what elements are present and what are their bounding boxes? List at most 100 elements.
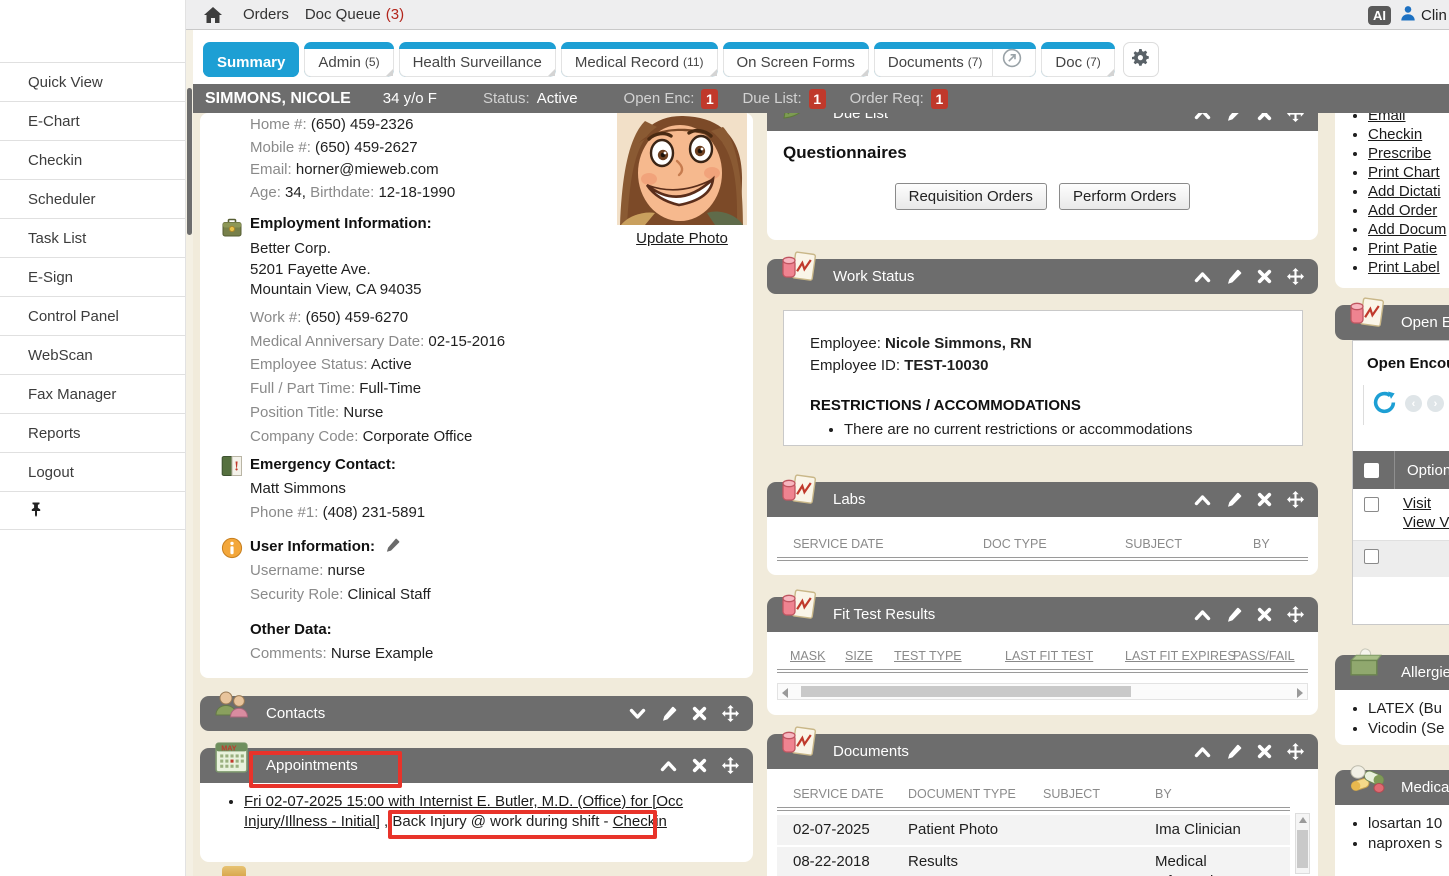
link-add-document[interactable]: Add Docum bbox=[1368, 221, 1446, 238]
appointment-checkin-link[interactable]: Checkin bbox=[613, 813, 667, 830]
external-arrow-icon[interactable] bbox=[1002, 48, 1022, 77]
prev-chevron-icon[interactable]: ‹ bbox=[1405, 395, 1422, 412]
fit-col-size[interactable]: SIZE bbox=[845, 649, 873, 663]
move-icon[interactable] bbox=[722, 757, 739, 774]
sidebar-item-quick-view[interactable]: Quick View bbox=[0, 62, 185, 101]
collapse-chevron-up-icon[interactable] bbox=[1194, 270, 1211, 284]
link-print-patient[interactable]: Print Patie bbox=[1368, 240, 1437, 257]
home-icon[interactable] bbox=[203, 6, 223, 24]
row-checkbox[interactable] bbox=[1364, 497, 1379, 512]
close-x-icon[interactable] bbox=[692, 758, 707, 773]
collapse-chevron-up-icon[interactable] bbox=[1194, 745, 1211, 759]
sidebar-item-webscan[interactable]: WebScan bbox=[0, 335, 185, 374]
user-icon[interactable] bbox=[1400, 5, 1416, 25]
update-photo-link[interactable]: Update Photo bbox=[636, 230, 728, 247]
edit-pencil-icon[interactable] bbox=[661, 706, 677, 722]
scroll-up-arrow[interactable] bbox=[1299, 817, 1307, 823]
open-enc-badge[interactable]: 1 bbox=[701, 89, 718, 109]
sidebar-item-logout[interactable]: Logout bbox=[0, 452, 185, 491]
sidebar-pin[interactable] bbox=[0, 491, 185, 530]
close-x-icon[interactable] bbox=[1257, 492, 1272, 507]
move-icon[interactable] bbox=[1287, 491, 1304, 508]
table-row[interactable]: 08-22-2018 Results Medical Informatio bbox=[777, 847, 1290, 876]
tab-admin[interactable]: Admin(5) bbox=[304, 42, 393, 77]
allergy-item: LATEX (Bu bbox=[1368, 699, 1449, 719]
view-visit-link[interactable]: View Vis bbox=[1403, 514, 1449, 531]
vertical-scrollbar[interactable] bbox=[1295, 813, 1310, 874]
scroll-left-arrow[interactable] bbox=[782, 688, 788, 698]
edit-pencil-icon[interactable] bbox=[1226, 269, 1242, 285]
ai-badge[interactable]: AI bbox=[1368, 6, 1391, 25]
chart-icon bbox=[780, 251, 818, 287]
move-icon[interactable] bbox=[1287, 606, 1304, 623]
close-x-icon[interactable] bbox=[1257, 269, 1272, 284]
sidebar-item-checkin[interactable]: Checkin bbox=[0, 140, 185, 179]
fit-col-test-type[interactable]: TEST TYPE bbox=[894, 649, 962, 663]
horizontal-scrollbar-thumb[interactable] bbox=[801, 686, 1131, 697]
link-checkin[interactable]: Checkin bbox=[1368, 126, 1422, 143]
employee-id: TEST-10030 bbox=[904, 357, 988, 374]
sidebar-item-e-sign[interactable]: E-Sign bbox=[0, 257, 185, 296]
link-add-order[interactable]: Add Order bbox=[1368, 202, 1437, 219]
edit-pencil-icon[interactable] bbox=[1226, 492, 1242, 508]
tab-on-screen-forms[interactable]: On Screen Forms bbox=[723, 42, 869, 77]
sidebar-item-e-chart[interactable]: E-Chart bbox=[0, 101, 185, 140]
fit-col-last-fit-test[interactable]: LAST FIT TEST bbox=[1005, 649, 1093, 663]
breadcrumb-doc-queue[interactable]: Doc Queue bbox=[305, 6, 381, 23]
move-icon[interactable] bbox=[1287, 268, 1304, 285]
sidebar-item-reports[interactable]: Reports bbox=[0, 413, 185, 452]
edit-pencil-icon[interactable] bbox=[1226, 607, 1242, 623]
edit-pencil-icon[interactable] bbox=[1226, 744, 1242, 760]
tab-health-surveillance[interactable]: Health Surveillance bbox=[399, 42, 556, 77]
chart-icon bbox=[780, 726, 818, 762]
edit-user-pencil-icon[interactable] bbox=[385, 540, 400, 557]
collapse-chevron-down-icon[interactable] bbox=[629, 707, 646, 721]
table-row[interactable]: 02-07-2025 Patient Photo Ima Clinician bbox=[777, 815, 1290, 845]
row-checkbox[interactable] bbox=[1364, 549, 1379, 564]
select-all-checkbox[interactable] bbox=[1364, 463, 1379, 478]
vertical-scrollbar-thumb[interactable] bbox=[1297, 830, 1308, 868]
order-req-badge[interactable]: 1 bbox=[931, 89, 948, 109]
restrictions-note: There are no current restrictions or acc… bbox=[844, 421, 1192, 438]
breadcrumb-orders[interactable]: Orders bbox=[243, 6, 289, 23]
collapse-chevron-up-icon[interactable] bbox=[1194, 493, 1211, 507]
move-icon[interactable] bbox=[722, 705, 739, 722]
sidebar-item-task-list[interactable]: Task List bbox=[0, 218, 185, 257]
link-print-chart[interactable]: Print Chart bbox=[1368, 164, 1440, 181]
move-icon[interactable] bbox=[1287, 743, 1304, 760]
tab-medical-record[interactable]: Medical Record(11) bbox=[561, 42, 718, 77]
close-x-icon[interactable] bbox=[1257, 744, 1272, 759]
perform-orders-button[interactable]: Perform Orders bbox=[1059, 183, 1190, 210]
tab-fold bbox=[1107, 69, 1114, 76]
requisition-orders-button[interactable]: Requisition Orders bbox=[895, 183, 1047, 210]
sidebar-item-fax-manager[interactable]: Fax Manager bbox=[0, 374, 185, 413]
tab-documents[interactable]: Documents(7) bbox=[874, 42, 1037, 77]
user-name[interactable]: Clin bbox=[1421, 7, 1447, 24]
refresh-icon[interactable] bbox=[1373, 391, 1396, 418]
emergency-phone: Phone #1: (408) 231-5891 bbox=[250, 504, 425, 521]
close-x-icon[interactable] bbox=[692, 706, 707, 721]
horizontal-scrollbar[interactable] bbox=[777, 683, 1308, 700]
next-chevron-icon[interactable]: › bbox=[1427, 395, 1444, 412]
close-x-icon[interactable] bbox=[1257, 607, 1272, 622]
scroll-right-arrow[interactable] bbox=[1297, 688, 1303, 698]
main-content: Home #: (650) 459-2326 Mobile #: (650) 4… bbox=[186, 84, 1449, 876]
collapse-chevron-up-icon[interactable] bbox=[1194, 608, 1211, 622]
sidebar-item-control-panel[interactable]: Control Panel bbox=[0, 296, 185, 335]
link-add-dictation[interactable]: Add Dictati bbox=[1368, 183, 1441, 200]
labs-col-service-date: SERVICE DATE bbox=[793, 537, 884, 551]
order-req-label: Order Req: bbox=[850, 90, 924, 107]
sidebar-item-scheduler[interactable]: Scheduler bbox=[0, 179, 185, 218]
main-scrollbar-thumb[interactable] bbox=[187, 88, 192, 235]
link-prescribe[interactable]: Prescribe bbox=[1368, 145, 1431, 162]
fit-col-pass-fail[interactable]: PASS/FAIL bbox=[1233, 649, 1295, 663]
settings-button[interactable] bbox=[1123, 42, 1159, 77]
tab-doc[interactable]: Doc(7) bbox=[1041, 42, 1114, 77]
collapse-chevron-up-icon[interactable] bbox=[660, 759, 677, 773]
fit-col-last-fit-expires[interactable]: LAST FIT EXPIRES bbox=[1125, 649, 1236, 663]
tab-summary[interactable]: Summary bbox=[203, 42, 299, 77]
due-list-badge[interactable]: 1 bbox=[809, 89, 826, 109]
fit-col-mask[interactable]: MASK bbox=[790, 649, 825, 663]
link-print-label[interactable]: Print Label bbox=[1368, 259, 1440, 276]
visit-link[interactable]: Visit bbox=[1403, 495, 1431, 512]
